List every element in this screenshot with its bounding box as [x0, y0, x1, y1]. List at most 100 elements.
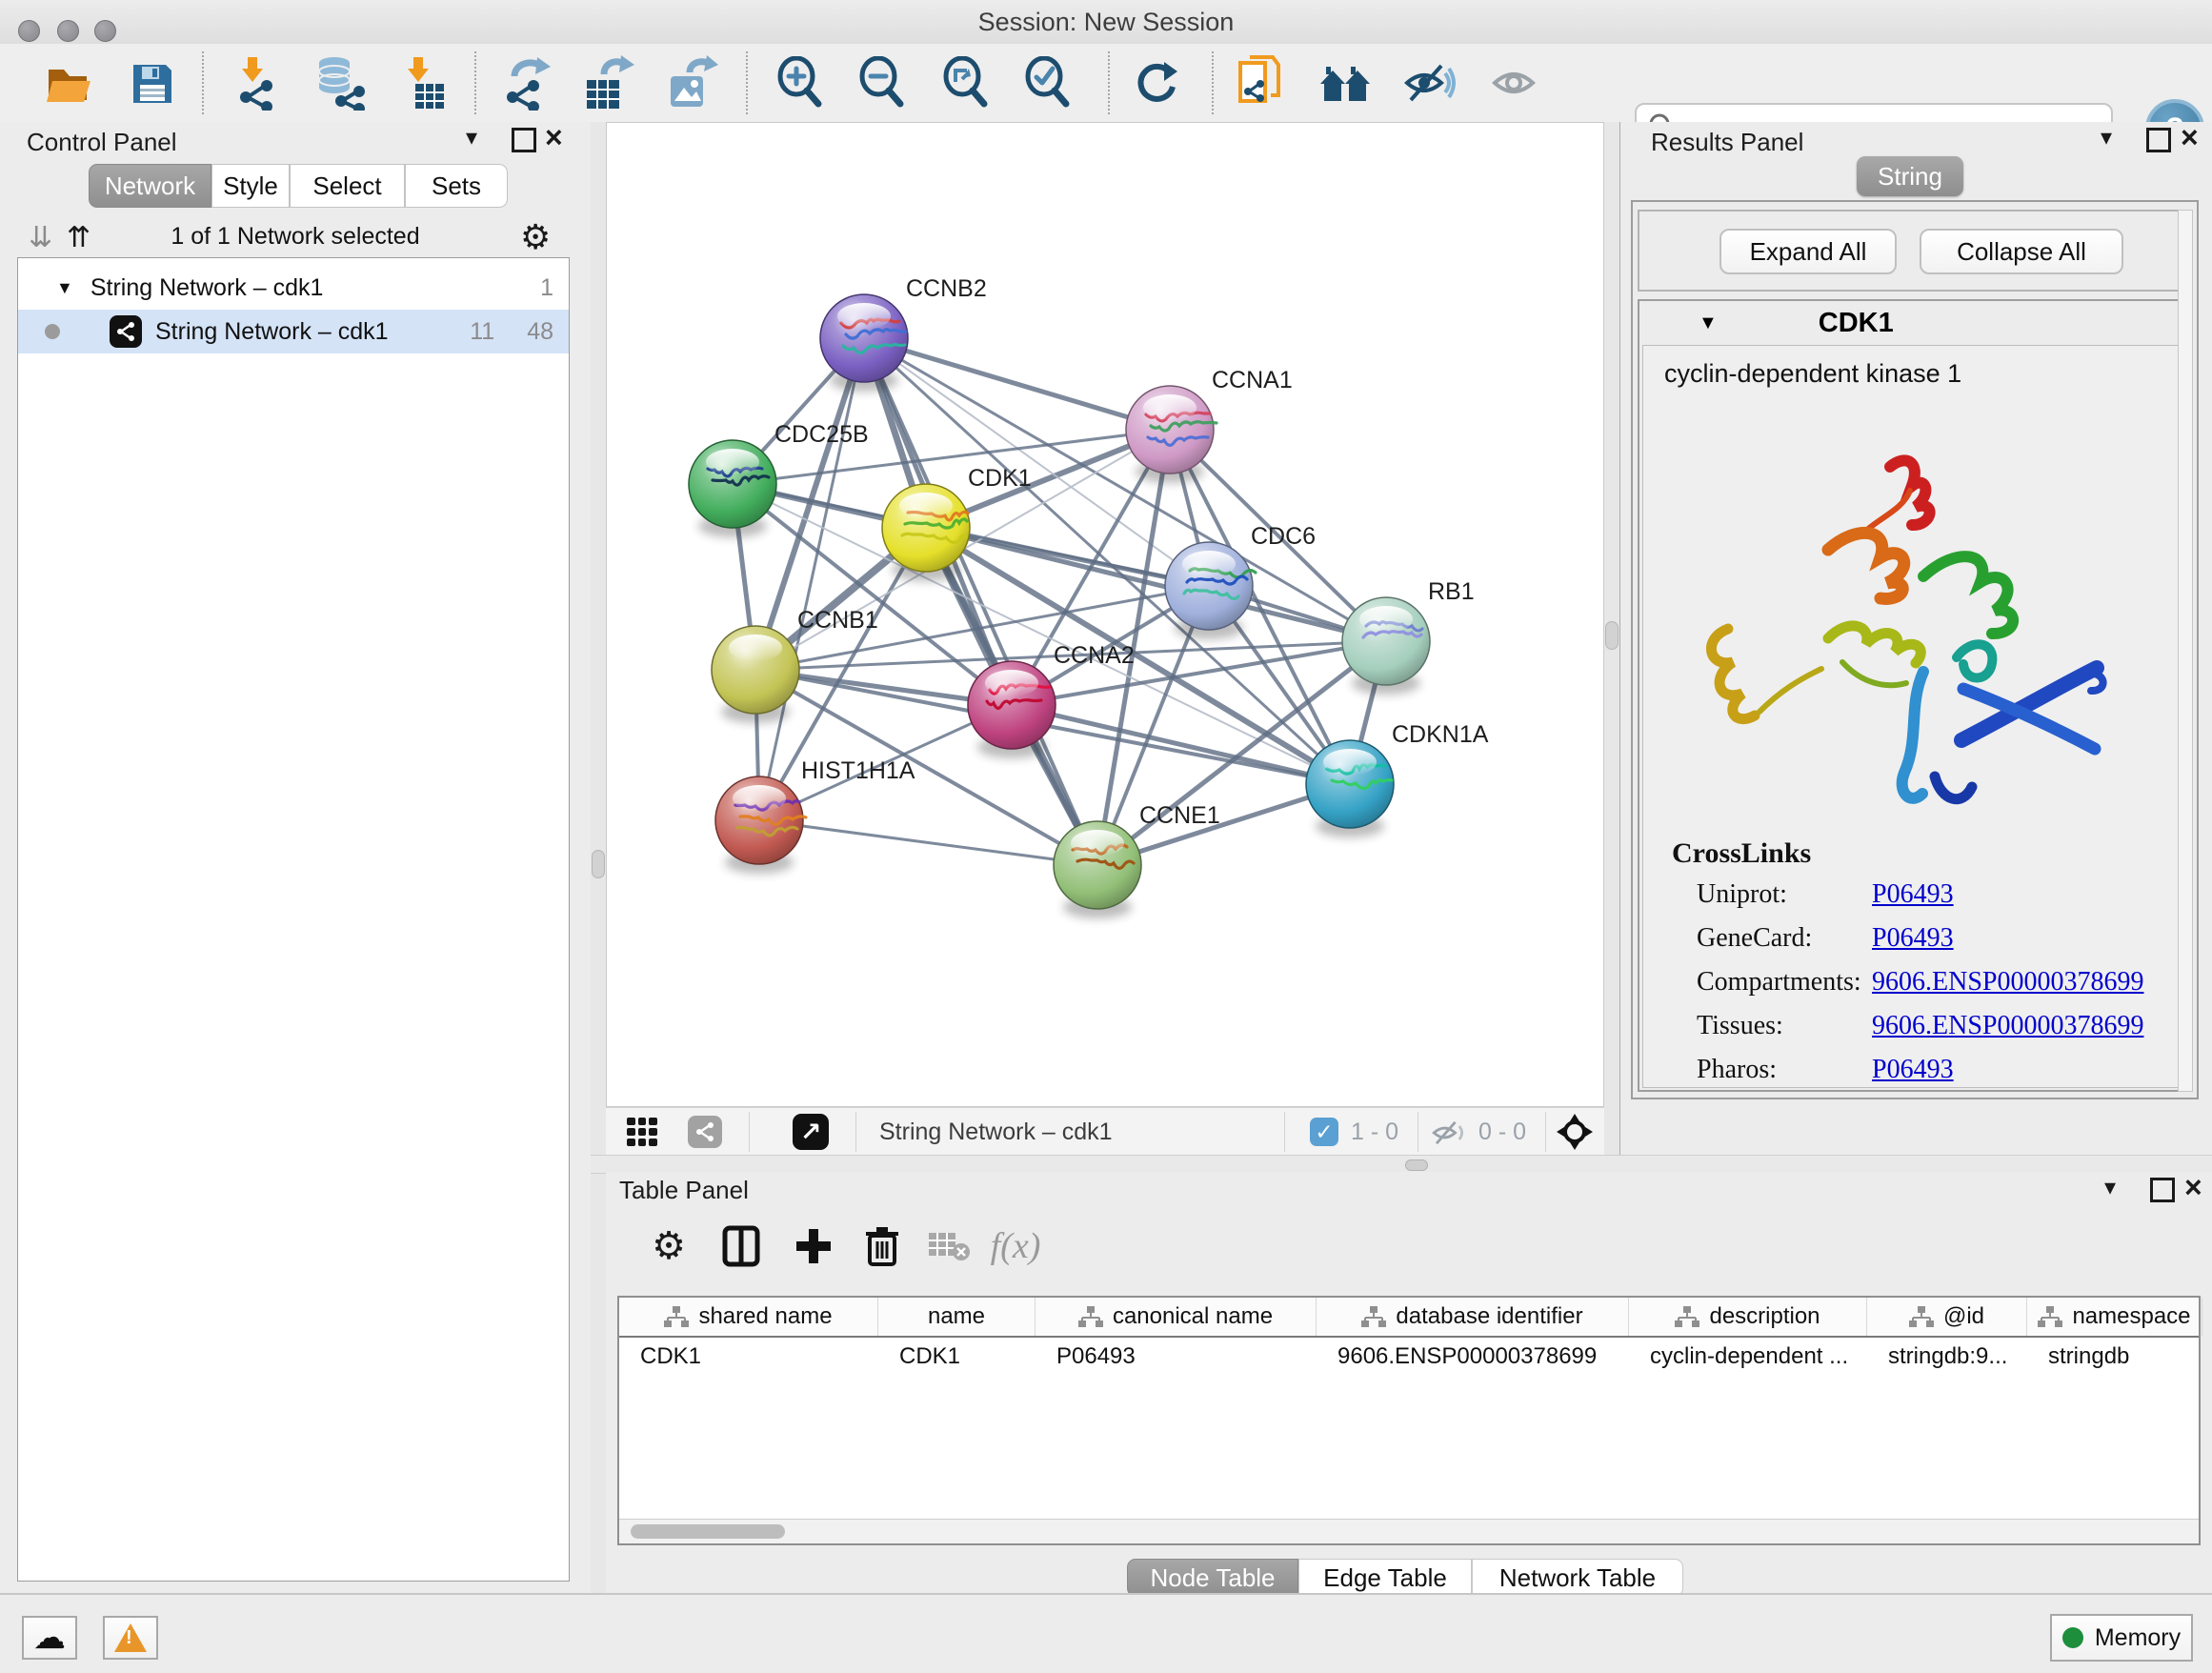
tab-sets[interactable]: Sets — [405, 164, 508, 208]
close-panel-icon[interactable]: × — [2181, 120, 2199, 155]
grid-view-icon[interactable] — [627, 1118, 657, 1146]
table-options-button[interactable]: ⚙ — [640, 1218, 697, 1275]
section-collapse-icon[interactable]: ▼ — [1699, 312, 1718, 334]
create-column-button[interactable] — [785, 1218, 842, 1275]
birdseye-crosshair-icon[interactable] — [1557, 1114, 1593, 1150]
import-network-database-button[interactable] — [312, 53, 368, 112]
warnings-button[interactable] — [103, 1616, 158, 1660]
table-cell[interactable]: cyclin-dependent ... — [1629, 1338, 1867, 1376]
table-cell[interactable]: CDK1 — [619, 1338, 878, 1376]
zoom-selected-button[interactable] — [1021, 53, 1076, 112]
function-builder-button[interactable]: f(x) — [987, 1218, 1044, 1275]
network-edge-CCNB2-HIST1H1A[interactable] — [759, 338, 864, 820]
table-cell[interactable]: stringdb — [2027, 1338, 2202, 1376]
network-edge-HIST1H1A-CCNE1[interactable] — [759, 820, 1097, 865]
memory-button[interactable]: Memory — [2050, 1614, 2193, 1662]
save-session-button[interactable] — [124, 53, 179, 112]
export-image-button[interactable] — [665, 53, 720, 112]
horizontal-splitter[interactable] — [591, 1155, 2212, 1174]
network-options-gear-icon[interactable]: ⚙ — [520, 217, 551, 257]
hide-selected-button[interactable] — [1402, 53, 1458, 112]
network-node-RB1[interactable]: RB1 — [1342, 578, 1475, 695]
crosslink-link[interactable]: P06493 — [1872, 1055, 1954, 1085]
tab-style[interactable]: Style — [211, 164, 290, 208]
network-graph[interactable]: CCNB2CCNA1CDC25BCDK1CDC6RB1CCNB1CCNA2CDK… — [607, 123, 1603, 1106]
column-header-shared-name[interactable]: shared name — [619, 1298, 878, 1336]
collapse-panel-icon[interactable]: ▾ — [2101, 124, 2112, 151]
export-image-icon — [667, 55, 718, 111]
network-node-CDKN1A[interactable]: CDKN1A — [1306, 721, 1489, 837]
cloud-status-button[interactable]: ☁ — [22, 1616, 77, 1660]
collapse-panel-icon[interactable]: ▾ — [466, 124, 477, 151]
table-cell[interactable]: stringdb:9... — [1867, 1338, 2027, 1376]
close-panel-icon[interactable]: × — [545, 120, 563, 155]
tab-network-table[interactable]: Network Table — [1472, 1559, 1683, 1597]
close-panel-icon[interactable]: × — [2184, 1170, 2202, 1205]
crosslink-link[interactable]: P06493 — [1872, 923, 1954, 954]
home-button[interactable] — [1318, 53, 1374, 112]
table-cell[interactable]: CDK1 — [878, 1338, 1036, 1376]
column-header-database-identifier[interactable]: database identifier — [1317, 1298, 1629, 1336]
column-header-name[interactable]: name — [878, 1298, 1036, 1336]
tab-node-table[interactable]: Node Table — [1127, 1559, 1298, 1597]
tab-string[interactable]: String — [1857, 156, 1963, 196]
left-splitter[interactable] — [591, 122, 606, 1593]
left-splitter-handle[interactable] — [592, 850, 605, 878]
scrollbar-thumb[interactable] — [631, 1524, 785, 1539]
zoom-out-button[interactable] — [855, 53, 911, 112]
import-network-file-button[interactable] — [231, 53, 286, 112]
table-cell[interactable]: P06493 — [1036, 1338, 1317, 1376]
zoom-in-button[interactable] — [774, 53, 829, 112]
results-scrollbar[interactable] — [2178, 210, 2193, 1092]
network-edge-CCNB2-CCNE1[interactable] — [864, 338, 1097, 865]
tab-network[interactable]: Network — [89, 164, 211, 208]
float-panel-icon[interactable] — [2146, 128, 2171, 152]
crosslink-link[interactable]: 9606.ENSP00000378699 — [1872, 1011, 2143, 1041]
show-columns-button[interactable] — [713, 1218, 770, 1275]
table-cell[interactable]: 9606.ENSP00000378699 — [1317, 1338, 1629, 1376]
network-node-HIST1H1A[interactable]: HIST1H1A — [715, 757, 915, 874]
network-row[interactable]: String Network – cdk1 11 48 — [18, 310, 569, 353]
column-header--id[interactable]: @id — [1867, 1298, 2027, 1336]
zoom-fit-button[interactable] — [939, 53, 995, 112]
table-row[interactable]: CDK1CDK1P064939606.ENSP00000378699cyclin… — [619, 1338, 2199, 1376]
delete-table-button[interactable] — [920, 1218, 977, 1275]
network-share-icon[interactable] — [688, 1116, 722, 1148]
table-horizontal-scrollbar[interactable] — [619, 1519, 2199, 1543]
network-edge-CCNB2-CCNA1[interactable] — [864, 338, 1170, 430]
open-in-window-icon[interactable]: ↗ — [793, 1114, 829, 1150]
collapse-panel-icon[interactable]: ▾ — [2104, 1174, 2116, 1201]
tab-edge-table[interactable]: Edge Table — [1298, 1559, 1472, 1597]
current-network-name: String Network – cdk1 — [879, 1108, 1113, 1156]
network-node-CDC6[interactable]: CDC6 — [1165, 523, 1316, 639]
protein-section-header[interactable]: ▼ CDK1 — [1639, 301, 2190, 345]
horizontal-splitter-handle[interactable] — [1405, 1159, 1428, 1171]
tree-collapse-icon[interactable]: ▼ — [56, 278, 73, 298]
column-header-canonical-name[interactable]: canonical name — [1036, 1298, 1317, 1336]
expand-all-button[interactable]: Expand All — [1719, 229, 1897, 274]
network-collection-row[interactable]: ▼ String Network – cdk1 1 — [18, 266, 569, 310]
hidden-eye-slash-icon[interactable] — [1431, 1119, 1469, 1146]
selected-checkbox-icon[interactable]: ✓ — [1310, 1118, 1338, 1146]
right-splitter-handle[interactable] — [1605, 621, 1619, 650]
import-table-button[interactable] — [396, 53, 452, 112]
collapse-all-button[interactable]: Collapse All — [1920, 229, 2123, 274]
float-panel-icon[interactable] — [2150, 1178, 2175, 1202]
show-hidden-button[interactable] — [1486, 53, 1541, 112]
crosslink-link[interactable]: 9606.ENSP00000378699 — [1872, 967, 2143, 998]
column-header-namespace[interactable]: namespace — [2027, 1298, 2202, 1336]
refresh-layout-button[interactable] — [1129, 53, 1184, 112]
open-session-button[interactable] — [40, 53, 95, 112]
delete-column-button[interactable] — [854, 1218, 911, 1275]
column-header-description[interactable]: description — [1629, 1298, 1867, 1336]
network-view[interactable]: CCNB2CCNA1CDC25BCDK1CDC6RB1CCNB1CCNA2CDK… — [606, 122, 1604, 1107]
duplicate-network-button[interactable] — [1233, 53, 1288, 112]
export-table-button[interactable] — [581, 53, 636, 112]
right-splitter[interactable] — [1604, 122, 1619, 1155]
float-panel-icon[interactable] — [512, 128, 536, 152]
tab-select[interactable]: Select — [290, 164, 405, 208]
network-edge-CCNA2-CDKN1A[interactable] — [1012, 705, 1350, 784]
plus-icon — [794, 1227, 833, 1265]
crosslink-link[interactable]: P06493 — [1872, 879, 1954, 910]
export-network-button[interactable] — [499, 53, 554, 112]
